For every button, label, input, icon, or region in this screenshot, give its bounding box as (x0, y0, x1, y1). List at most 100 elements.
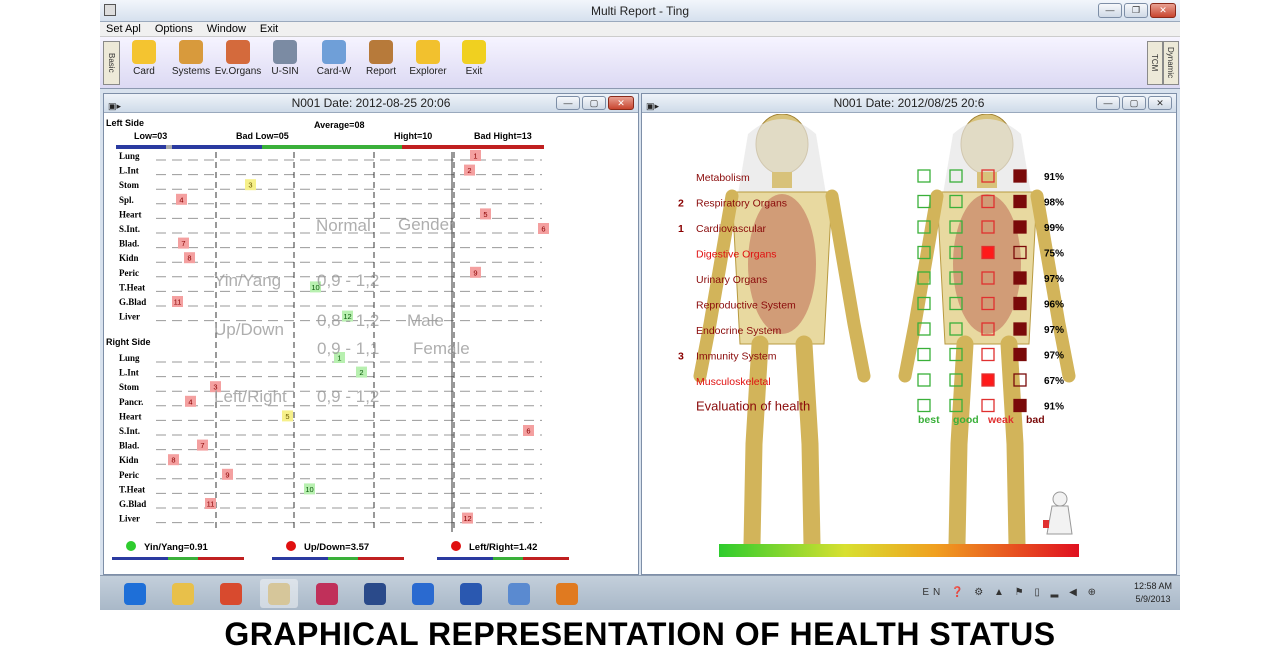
language-indicator[interactable]: EN (922, 587, 944, 598)
explorer-icon (416, 40, 440, 64)
exit-label: Exit (465, 66, 483, 77)
overlay-label: Female (413, 339, 470, 358)
dynamic-tab[interactable]: Dynamic (1163, 41, 1179, 85)
taskbar-app-help[interactable] (548, 579, 586, 608)
system-percent-3: 75% (1044, 249, 1064, 260)
left-organ-value: 11 (174, 298, 182, 307)
overlay-label: 0,9 - 1,2 (317, 271, 379, 290)
legend-best: best (918, 414, 940, 426)
ev-organs-button[interactable]: Ev.Organs (214, 40, 262, 77)
system-status-box (1013, 296, 1027, 311)
body-close-button[interactable]: ✕ (1148, 96, 1172, 110)
u-sin-label: U-SIN (271, 66, 299, 77)
system-name-7: Immunity System (696, 351, 777, 363)
organ-maximize-button[interactable]: ▢ (582, 96, 606, 110)
organ-close-button[interactable]: ✕ (608, 96, 634, 110)
taskbar-app-control-panel[interactable] (500, 579, 538, 608)
left-organ-label: Lung (119, 151, 140, 161)
window-title: Multi Report - Ting (590, 4, 690, 18)
card-button[interactable]: Card (120, 40, 168, 77)
toolbar: Basic TCM Dynamic Card Systems Ev.Organs U-… (100, 37, 1180, 89)
taskbar-app-report-app[interactable] (260, 579, 298, 608)
ratio-bar-high (198, 557, 244, 560)
ratio-bar-normal (168, 557, 198, 560)
right-organ-value: 10 (305, 485, 313, 494)
basic-tab[interactable]: Basic (103, 41, 120, 85)
ratio-bar-low (112, 557, 168, 560)
health-gradient-bar (719, 544, 1079, 557)
ratio-status-dot (451, 541, 461, 551)
system-status-box (981, 398, 995, 413)
clock[interactable]: 12:58 AM 5/9/2013 (1134, 580, 1172, 606)
taskbar-app-network[interactable] (404, 579, 442, 608)
right-organ-label: Stom (119, 382, 140, 392)
card-w-icon (322, 40, 346, 64)
system-status-box (1013, 347, 1027, 362)
folder-icon (172, 582, 194, 605)
system-rank: 3 (678, 351, 684, 363)
left-organ-label: Liver (119, 312, 140, 322)
overlay-label: 0,8 - 1,2 (317, 311, 379, 330)
report-label: Report (365, 66, 396, 77)
network-icon (412, 582, 434, 605)
ratio-status-dot (286, 541, 296, 551)
system-percent-7: 97% (1044, 351, 1064, 362)
right-organ-label: Peric (119, 470, 139, 480)
exit-button[interactable]: Exit (450, 40, 498, 77)
menu-options[interactable]: Options (155, 22, 193, 36)
taskbar-app-ie[interactable] (116, 579, 154, 608)
menu-window[interactable]: Window (207, 22, 246, 36)
left-side-title: Left Side (106, 118, 144, 128)
system-percent-4: 97% (1044, 274, 1064, 285)
clock-date: 5/9/2013 (1135, 594, 1171, 604)
taskbar-app-folder[interactable] (164, 579, 202, 608)
taskbar-app-remote[interactable] (356, 579, 394, 608)
explorer-button[interactable]: Explorer (404, 40, 452, 77)
pencils-icon (369, 40, 393, 64)
doctor-mascot (1052, 491, 1068, 507)
u-sin-button[interactable]: U-SIN (261, 40, 309, 77)
organs-icon (226, 40, 250, 64)
left-organ-value: 5 (483, 210, 487, 219)
right-organ-value: 6 (526, 427, 530, 436)
body-maximize-button[interactable]: ▢ (1122, 96, 1146, 110)
overlay-label: Yin/Yang (214, 271, 281, 290)
card-label: Card (133, 66, 155, 77)
left-organ-label: Heart (119, 209, 142, 219)
tcm-tab[interactable]: TCM (1147, 41, 1163, 85)
taskbar-app-access[interactable] (308, 579, 346, 608)
system-rank: 1 (678, 223, 684, 235)
ratio-bar-low (437, 557, 493, 560)
left-organ-value: 4 (179, 195, 183, 204)
system-percent-5: 96% (1044, 300, 1064, 311)
organ-minimize-button[interactable]: — (556, 96, 580, 110)
taskbar-app-chrome[interactable] (212, 579, 250, 608)
left-organ-value: 9 (473, 268, 477, 277)
body-window-title: N001 Date: 2012/08/25 20:6 (833, 96, 985, 110)
system-status-box (1013, 169, 1027, 183)
body-minimize-button[interactable]: — (1096, 96, 1120, 110)
ratio-bar-normal (328, 557, 358, 560)
right-organ-label: L.Int (119, 368, 139, 378)
right-organ-label: T.Heat (119, 484, 145, 494)
minimize-button[interactable]: — (1098, 3, 1122, 18)
ratio-0-label: Yin/Yang=0.91 (144, 542, 209, 553)
systems-button[interactable]: Systems (167, 40, 215, 77)
menu-exit[interactable]: Exit (260, 22, 278, 36)
report-button[interactable]: Report (357, 40, 405, 77)
close-button[interactable]: ✕ (1150, 3, 1176, 18)
left-organ-value: 3 (248, 181, 252, 190)
caption: GRAPHICAL REPRESENTATION OF HEALTH STATU… (224, 616, 1056, 652)
scale-segment-high (402, 145, 544, 149)
menu-set-apl[interactable]: Set Apl (106, 22, 141, 36)
system-status-box (917, 194, 931, 209)
system-name-3: Digestive Organs (696, 249, 777, 261)
right-organ-value: 2 (359, 368, 363, 377)
control-panel-icon (508, 582, 530, 605)
system-status-box (1013, 220, 1027, 234)
taskbar-app-word[interactable] (452, 579, 490, 608)
ratio-bar-high (358, 557, 404, 560)
card-w-button[interactable]: Card-W (310, 40, 358, 77)
system-status-box (1013, 398, 1027, 413)
maximize-button[interactable]: ❐ (1124, 3, 1148, 18)
